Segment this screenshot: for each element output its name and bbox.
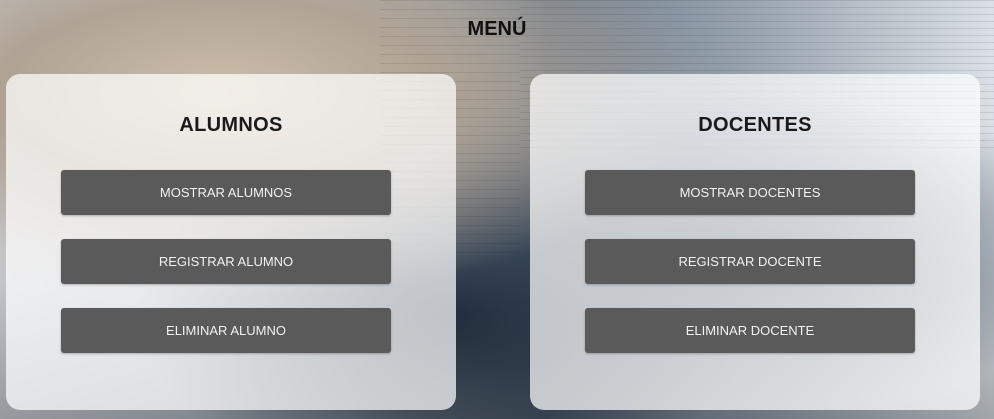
alumnos-heading: ALUMNOS — [179, 114, 283, 136]
eliminar-docente-button[interactable]: ELIMINAR DOCENTE — [585, 308, 915, 353]
alumnos-panel: ALUMNOS MOSTRAR ALUMNOS REGISTRAR ALUMNO… — [6, 74, 456, 410]
mostrar-alumnos-button[interactable]: MOSTRAR ALUMNOS — [61, 170, 391, 215]
page-title: MENÚ — [467, 18, 527, 40]
registrar-docente-button[interactable]: REGISTRAR DOCENTE — [585, 239, 915, 284]
docentes-heading: DOCENTES — [698, 114, 812, 136]
eliminar-alumno-button[interactable]: ELIMINAR ALUMNO — [61, 308, 391, 353]
docentes-panel: DOCENTES MOSTRAR DOCENTES REGISTRAR DOCE… — [530, 74, 980, 410]
registrar-alumno-button[interactable]: REGISTRAR ALUMNO — [61, 239, 391, 284]
mostrar-docentes-button[interactable]: MOSTRAR DOCENTES — [585, 170, 915, 215]
